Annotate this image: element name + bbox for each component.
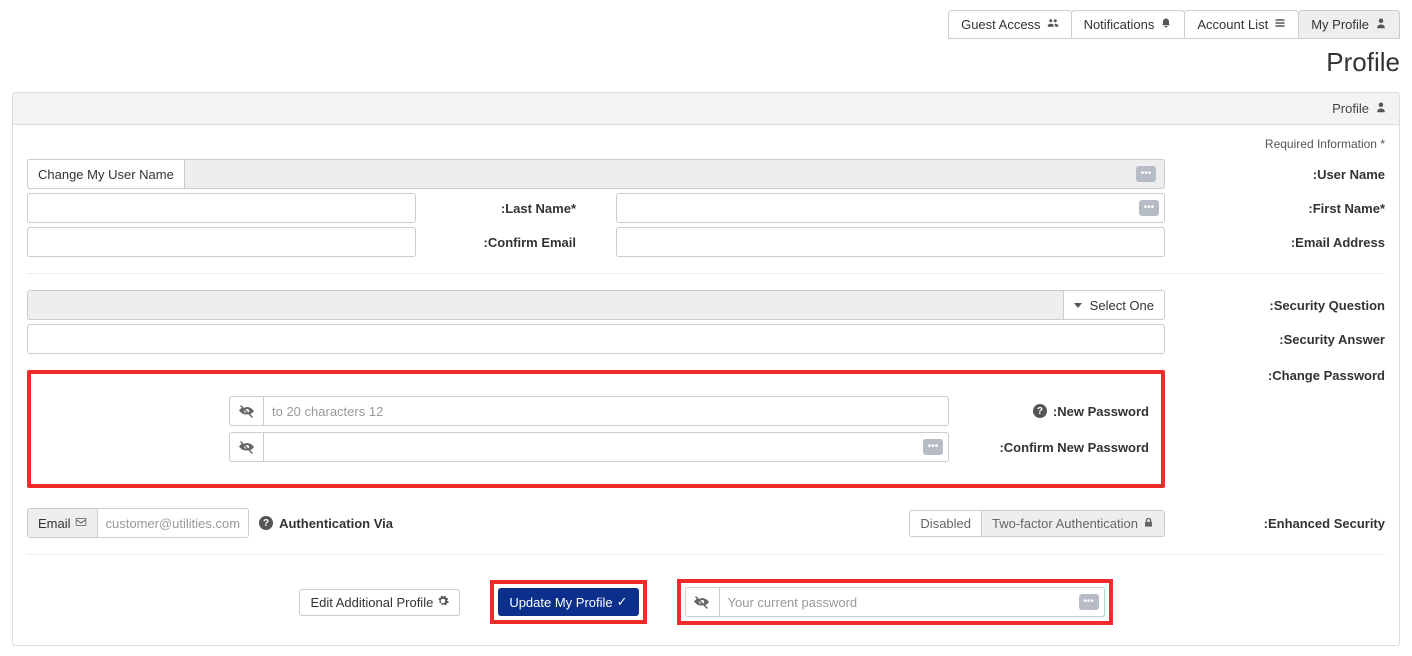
label-auth-via: Authentication Via xyxy=(279,516,393,531)
lock-icon xyxy=(1143,516,1154,531)
new-password-input[interactable] xyxy=(263,396,949,426)
confirm-email-input[interactable] xyxy=(27,227,416,257)
divider xyxy=(27,273,1385,274)
confirm-password-input[interactable] xyxy=(263,432,949,462)
label-lastname: *Last Name: xyxy=(416,201,576,216)
dots-icon: ••• xyxy=(1139,200,1159,216)
eye-slash-icon xyxy=(694,594,710,610)
label-username: User Name: xyxy=(1165,167,1385,182)
eye-toggle[interactable] xyxy=(685,587,719,617)
tab-label: Account List xyxy=(1197,17,1268,32)
dropdown-display xyxy=(27,290,1063,320)
eye-toggle[interactable] xyxy=(229,396,263,426)
profile-panel: Profile * Required Information User Name… xyxy=(12,92,1400,646)
tfa-group: Two-factor Authentication Disabled xyxy=(909,510,1165,537)
tfa-text: Two-factor Authentication xyxy=(992,516,1138,531)
tabs: My Profile Account List Notifications Gu… xyxy=(12,10,1400,39)
security-question-dropdown[interactable]: Select One xyxy=(1063,290,1165,320)
eye-slash-icon xyxy=(239,439,255,455)
check-icon: ✓ xyxy=(617,594,628,610)
button-label: Update My Profile xyxy=(509,595,612,610)
button-label: Change My User Name xyxy=(38,167,174,182)
label-security-question: Security Question: xyxy=(1165,298,1385,313)
panel-title: Profile xyxy=(1332,101,1369,116)
dropdown-label: Select One xyxy=(1090,298,1154,313)
tab-account-list[interactable]: Account List xyxy=(1184,10,1299,39)
panel-header: Profile xyxy=(13,93,1399,125)
auth-email-value: customer@utilities.com xyxy=(106,516,241,531)
bell-icon xyxy=(1160,17,1172,32)
tab-guest-access[interactable]: Guest Access xyxy=(948,10,1071,39)
tfa-label: Two-factor Authentication xyxy=(981,510,1165,537)
users-icon xyxy=(1047,17,1059,32)
dots-icon: ••• xyxy=(1136,166,1156,182)
update-profile-button[interactable]: ✓ Update My Profile xyxy=(498,588,638,616)
firstname-input[interactable] xyxy=(616,193,1165,223)
label-confirm-new-password: Confirm New Password: xyxy=(999,440,1149,455)
label-new-password: New Password: xyxy=(1053,404,1149,419)
current-password-highlight: ••• xyxy=(677,579,1113,625)
password-highlight: New Password: ? xyxy=(27,370,1165,488)
button-label: Email xyxy=(38,516,71,531)
button-label: Edit Additional Profile xyxy=(310,595,433,610)
label-security-answer: Security Answer: xyxy=(1165,332,1385,347)
dots-icon: ••• xyxy=(923,439,943,455)
current-password-input[interactable] xyxy=(719,587,1105,617)
eye-slash-icon xyxy=(239,403,255,419)
list-icon xyxy=(1274,17,1286,32)
auth-email-display: customer@utilities.com xyxy=(97,508,250,538)
user-icon xyxy=(1375,101,1387,116)
user-icon xyxy=(1375,17,1387,32)
label-email: Email Address: xyxy=(1165,235,1385,250)
lastname-input[interactable] xyxy=(27,193,416,223)
tab-label: Notifications xyxy=(1084,17,1155,32)
security-answer-input[interactable] xyxy=(27,324,1165,354)
auth-email-button[interactable]: Email xyxy=(27,508,97,538)
username-input: ••• xyxy=(184,159,1165,189)
tab-label: Guest Access xyxy=(961,17,1040,32)
info-icon[interactable]: ? xyxy=(1033,404,1047,418)
envelope-icon xyxy=(75,516,87,531)
info-icon[interactable]: ? xyxy=(259,516,273,530)
divider xyxy=(27,554,1385,555)
update-button-highlight: ✓ Update My Profile xyxy=(490,580,646,624)
edit-additional-button[interactable]: Edit Additional Profile xyxy=(299,589,460,616)
required-note: * Required Information xyxy=(27,137,1385,151)
tab-notifications[interactable]: Notifications xyxy=(1071,10,1186,39)
page-title: Profile xyxy=(12,47,1400,78)
label-firstname: *First Name: xyxy=(1165,201,1385,216)
tfa-status[interactable]: Disabled xyxy=(909,510,981,537)
eye-toggle[interactable] xyxy=(229,432,263,462)
label-enhanced-security: Enhanced Security: xyxy=(1165,516,1385,531)
tab-my-profile[interactable]: My Profile xyxy=(1298,10,1400,39)
email-input[interactable] xyxy=(616,227,1165,257)
gear-icon xyxy=(437,595,449,610)
tab-label: My Profile xyxy=(1311,17,1369,32)
dots-icon: ••• xyxy=(1079,594,1099,610)
action-row: ••• ✓ Update My Profile xyxy=(27,579,1385,625)
label-change-password: Change Password: xyxy=(1165,362,1385,383)
label-confirm-email: Confirm Email: xyxy=(416,235,576,250)
change-username-button[interactable]: Change My User Name xyxy=(27,159,184,189)
